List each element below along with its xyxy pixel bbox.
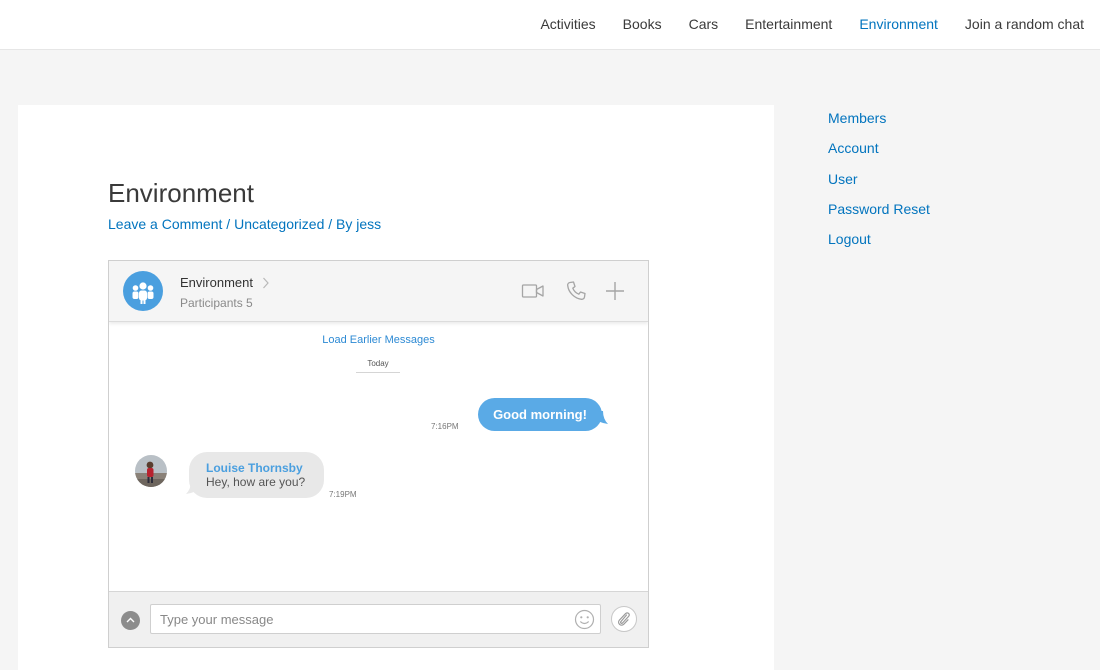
post-meta: Leave a Comment / Uncategorized / By jes… [108, 216, 381, 232]
page-title: Environment [108, 178, 254, 208]
message-timestamp: 7:19PM [329, 490, 357, 499]
nav-item-books[interactable]: Books [623, 16, 662, 32]
message-text: Hey, how are you? [206, 475, 306, 489]
meta-by: / By [324, 216, 357, 232]
chat-header: Environment Participants 5 [109, 261, 648, 322]
nav-item-join-random-chat[interactable]: Join a random chat [965, 16, 1084, 32]
sidebar: Members Account User Password Reset Logo… [828, 109, 930, 260]
bubble-tail [593, 411, 608, 424]
sidebar-link-logout[interactable]: Logout [828, 230, 930, 260]
plus-icon[interactable] [604, 280, 626, 302]
incoming-message-bubble: Louise Thornsby Hey, how are you? [189, 452, 324, 498]
site-header: Activities Books Cars Entertainment Envi… [0, 0, 1100, 50]
participants-count: Participants 5 [180, 296, 253, 310]
category-link[interactable]: Uncategorized [234, 216, 324, 232]
message-timestamp: 7:16PM [431, 422, 459, 431]
chat-widget: Environment Participants 5 Load Earlier … [108, 260, 649, 648]
sidebar-link-user[interactable]: User [828, 170, 930, 200]
nav-item-entertainment[interactable]: Entertainment [745, 16, 832, 32]
outgoing-message-bubble: Good morning! [478, 398, 602, 431]
sender-name[interactable]: Louise Thornsby [206, 461, 303, 475]
nav-item-activities[interactable]: Activities [540, 16, 595, 32]
message-text: Good morning! [493, 407, 587, 422]
video-icon[interactable] [521, 280, 545, 302]
meta-separator: / [222, 216, 235, 232]
chevron-right-icon[interactable] [262, 276, 270, 290]
load-earlier-messages-link[interactable]: Load Earlier Messages [109, 334, 648, 346]
emoji-icon[interactable] [574, 609, 595, 630]
author-link[interactable]: jess [356, 216, 381, 232]
sidebar-link-password-reset[interactable]: Password Reset [828, 200, 930, 230]
sidebar-link-members[interactable]: Members [828, 109, 930, 139]
primary-nav: Activities Books Cars Entertainment Envi… [513, 0, 1084, 47]
chevron-up-icon [126, 617, 135, 623]
group-icon [132, 282, 154, 304]
paperclip-icon [618, 612, 630, 626]
nav-item-environment[interactable]: Environment [859, 16, 938, 32]
group-avatar [123, 271, 163, 311]
phone-icon[interactable] [565, 280, 587, 302]
attach-button[interactable] [611, 606, 637, 632]
chat-composer [109, 591, 648, 647]
message-input[interactable] [150, 604, 601, 634]
leave-comment-link[interactable]: Leave a Comment [108, 216, 222, 232]
date-divider: Today [356, 359, 400, 373]
expand-button[interactable] [121, 611, 140, 630]
sidebar-link-account[interactable]: Account [828, 139, 930, 169]
post-content: Environment Leave a Comment / Uncategori… [18, 105, 774, 670]
chat-title[interactable]: Environment [180, 275, 253, 290]
avatar[interactable] [135, 455, 167, 487]
nav-item-cars[interactable]: Cars [689, 16, 719, 32]
